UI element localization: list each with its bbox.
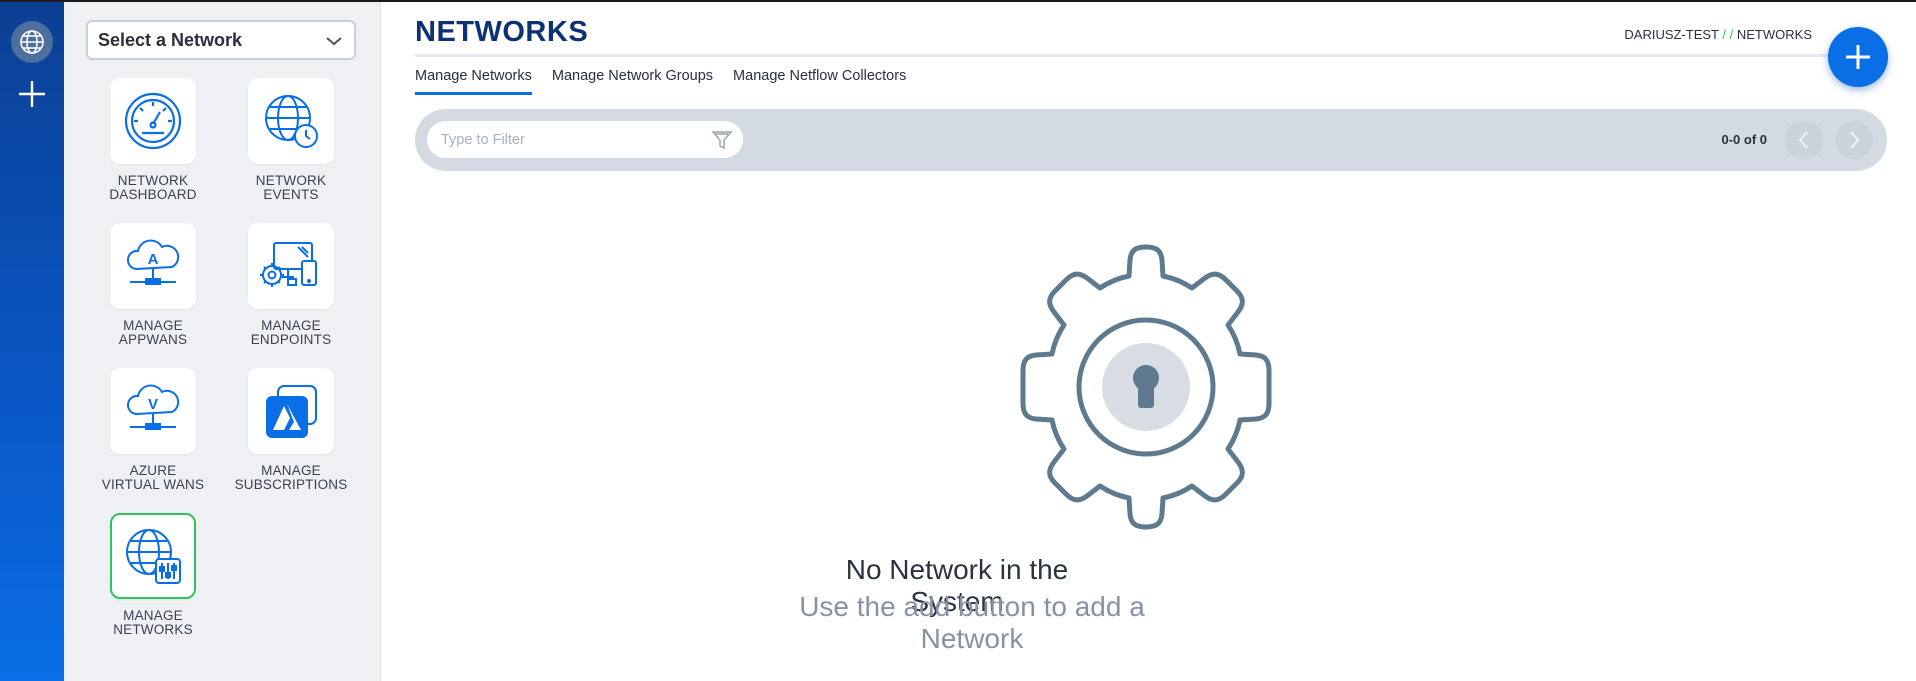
page-title: NETWORKS — [415, 16, 589, 48]
network-select[interactable]: Select a Network — [86, 20, 356, 60]
chevron-down-icon — [324, 31, 344, 56]
tab-bar: Manage Networks Manage Network Groups Ma… — [415, 68, 906, 95]
tile-caption: MANAGE ENDPOINTS — [250, 318, 332, 347]
title-divider — [415, 54, 1863, 57]
previous-page-button[interactable] — [1785, 121, 1823, 159]
main-content: NETWORKS DARIUSZ-TEST / / NETWORKS Manag… — [382, 2, 1916, 681]
globe-clock-icon — [265, 95, 318, 148]
tile-caption: MANAGE SUBSCRIPTIONS — [234, 463, 348, 492]
tile-box[interactable]: A — [110, 223, 196, 309]
globe-settings-icon — [126, 529, 181, 584]
tile-caption: MANAGE NETWORKS — [113, 608, 193, 637]
svg-text:V: V — [148, 396, 158, 413]
tab-manage-network-groups[interactable]: Manage Network Groups — [552, 68, 713, 95]
network-select-label: Select a Network — [98, 29, 243, 50]
tile-manage-networks[interactable]: MANAGE NETWORKS — [88, 513, 218, 637]
filter-bar: 0-0 of 0 — [415, 109, 1887, 171]
breadcrumb-page: NETWORKS — [1736, 27, 1812, 42]
tile-manage-appwans[interactable]: A MANAGE APPWANS — [88, 223, 218, 347]
svg-text:A: A — [148, 251, 159, 268]
breadcrumb: DARIUSZ-TEST / / NETWORKS — [1624, 27, 1812, 42]
tile-box[interactable] — [248, 368, 334, 454]
tile-box-active[interactable] — [110, 513, 196, 599]
plus-icon[interactable] — [16, 78, 48, 110]
chevron-left-icon — [1798, 131, 1808, 149]
result-count: 0-0 of 0 — [1721, 132, 1767, 147]
tile-box[interactable] — [248, 78, 334, 164]
tile-caption: MANAGE APPWANS — [118, 318, 188, 347]
next-page-button[interactable] — [1835, 121, 1873, 159]
tile-manage-endpoints[interactable]: MANAGE ENDPOINTS — [226, 223, 356, 347]
tile-network-dashboard[interactable]: NETWORK DASHBOARD — [88, 78, 218, 202]
tab-manage-netflow-collectors[interactable]: Manage Netflow Collectors — [733, 68, 906, 95]
azure-icon — [266, 385, 317, 438]
gauge-icon — [124, 92, 182, 150]
devices-icon — [260, 242, 317, 287]
empty-state-subtitle: Use the add button to add a Network — [799, 591, 1145, 654]
tile-box[interactable] — [248, 223, 334, 309]
tab-manage-networks[interactable]: Manage Networks — [415, 68, 532, 95]
tile-caption: NETWORK DASHBOARD — [109, 173, 197, 202]
sidebar: Select a Network NETWORK DASHBOARD NETWO… — [64, 2, 381, 681]
add-network-button[interactable] — [1828, 27, 1888, 87]
tile-caption: NETWORK EVENTS — [255, 173, 327, 202]
cloud-v-icon: V — [127, 384, 180, 430]
filter-icon[interactable] — [711, 129, 733, 156]
filter-input[interactable] — [441, 131, 701, 148]
breadcrumb-separator: / / — [1722, 27, 1734, 42]
plus-icon — [1846, 45, 1870, 69]
globe-icon[interactable] — [11, 21, 53, 63]
tile-caption: AZURE VIRTUAL WANS — [101, 463, 205, 492]
cloud-a-icon: A — [127, 239, 180, 285]
empty-state-gear-icon — [1001, 242, 1291, 537]
app-rail — [0, 2, 64, 681]
breadcrumb-org[interactable]: DARIUSZ-TEST — [1624, 27, 1718, 42]
tile-network-events[interactable]: NETWORK EVENTS — [226, 78, 356, 202]
chevron-right-icon — [1850, 131, 1860, 149]
filter-field[interactable] — [427, 121, 743, 158]
tile-azure-virtual-wans[interactable]: V AZURE VIRTUAL WANS — [88, 368, 218, 492]
tile-manage-subscriptions[interactable]: MANAGE SUBSCRIPTIONS — [226, 368, 356, 492]
tile-box[interactable]: V — [110, 368, 196, 454]
tile-box[interactable] — [110, 78, 196, 164]
